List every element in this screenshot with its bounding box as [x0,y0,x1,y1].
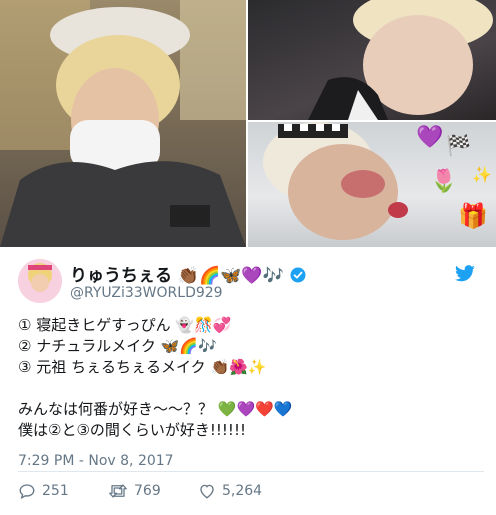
display-name-text: りゅうちぇる 👏🏾🌈🦋💜🎶 [70,266,284,286]
svg-text:🎁: 🎁 [458,202,488,230]
tweet-body: ① 寝起きヒゲすっぴん 👻🎊💞 ② ナチュラルメイク 🦋🌈🎶 ③ 元祖 ちぇるち… [18,315,478,441]
display-name[interactable]: りゅうちぇる 👏🏾🌈🦋💜🎶 [70,261,306,286]
reply-icon [19,484,35,500]
tweet-card: りゅうちぇる 👏🏾🌈🦋💜🎶 @RYUZi33WORLD929 ① 寝起きヒゲすっ… [0,247,496,515]
tweet-actions: 251 769 5,264 [18,479,484,503]
reply-count: 251 [42,483,69,499]
like-button[interactable]: 5,264 [198,479,262,503]
retweet-count: 769 [134,483,161,499]
verified-badge-icon [290,267,306,283]
tweet-line-2: ② ナチュラルメイク 🦋🌈🎶 [18,337,217,355]
svg-text:🏁: 🏁 [446,133,471,157]
tweet-line-3: ③ 元祖 ちぇるちぇるメイク 👏🏾🌺✨ [18,358,267,376]
tweet-line-5: みんなは何番が好き～～？？ 💚💜❤️💙 [18,400,293,418]
reply-button[interactable]: 251 [18,479,69,503]
svg-text:🌷: 🌷 [430,168,457,194]
user-handle[interactable]: @RYUZi33WORLD929 [70,285,223,301]
svg-text:💜: 💜 [416,124,444,150]
twitter-bird-icon[interactable] [454,265,476,283]
tweet-line-1: ① 寝起きヒゲすっぴん 👻🎊💞 [18,316,232,334]
tweet-line-6: 僕は②と③の間くらいが好き!!!!!! [18,421,246,439]
tweet-header: りゅうちぇる 👏🏾🌈🦋💜🎶 @RYUZi33WORLD929 [18,259,484,305]
svg-text:✨: ✨ [472,165,492,184]
avatar[interactable] [18,259,62,303]
retweet-icon [109,484,127,498]
retweet-button[interactable]: 769 [108,479,161,503]
heart-icon [200,484,214,499]
photo-chelu-makeup[interactable]: 💜 🏁 🌷 🎁 ✨ [248,122,496,247]
tweet-timestamp[interactable]: 7:29 PM - Nov 8, 2017 [18,453,174,469]
media-grid[interactable]: 💜 🏁 🌷 🎁 ✨ [0,0,496,247]
like-count: 5,264 [222,483,263,499]
photo-selfie-hoodie[interactable] [0,0,246,247]
photo-natural-makeup[interactable] [248,0,496,120]
divider [18,471,484,472]
